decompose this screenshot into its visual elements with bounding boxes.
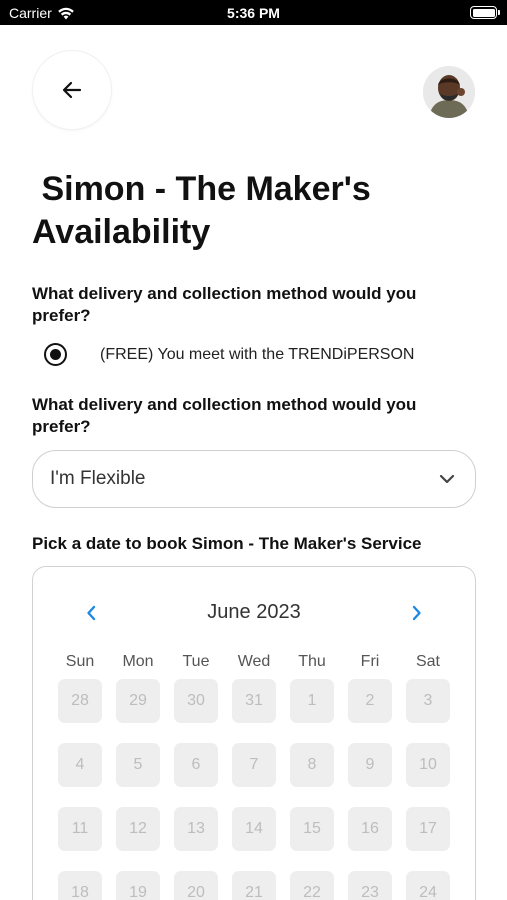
calendar-day-disabled: 19 — [116, 871, 160, 900]
weekday-label: Sun — [65, 653, 95, 670]
calendar-day-disabled: 7 — [232, 743, 276, 787]
radio-button-selected[interactable] — [44, 343, 67, 366]
calendar-day-disabled: 17 — [406, 807, 450, 851]
battery-icon — [470, 6, 500, 19]
calendar-day-disabled: 12 — [116, 807, 160, 851]
calendar-day-disabled: 10 — [406, 743, 450, 787]
page-title: Simon - The Maker's Availability — [32, 170, 371, 251]
collection-method-dropdown[interactable]: I'm Flexible — [32, 450, 476, 508]
delivery-question: What delivery and collection method woul… — [32, 284, 417, 325]
calendar-day-disabled: 16 — [348, 807, 392, 851]
calendar-day-disabled: 5 — [116, 743, 160, 787]
calendar-header: June 2023 — [33, 595, 475, 631]
calendar-day-disabled: 21 — [232, 871, 276, 900]
arrow-left-icon — [62, 81, 82, 99]
user-avatar-image — [423, 66, 475, 118]
calendar: June 2023 Sun Mon Tue Wed Thu Fri Sat 28… — [32, 566, 476, 900]
calendar-day-disabled: 2 — [348, 679, 392, 723]
calendar-day-disabled: 31 — [232, 679, 276, 723]
calendar-day-disabled: 3 — [406, 679, 450, 723]
calendar-day-disabled: 23 — [348, 871, 392, 900]
avatar[interactable] — [423, 66, 475, 118]
calendar-day-grid: 28 29 30 31 1 2 3 4 5 6 7 8 9 10 11 12 1… — [58, 679, 450, 900]
calendar-day-disabled: 11 — [58, 807, 102, 851]
calendar-day-disabled: 28 — [58, 679, 102, 723]
delivery-option-label: (FREE) You meet with the TRENDiPERSON — [100, 345, 415, 363]
calendar-day-disabled: 8 — [290, 743, 334, 787]
weekday-label: Tue — [182, 653, 210, 670]
weekday-label: Fri — [360, 653, 380, 670]
calendar-day-disabled: 1 — [290, 679, 334, 723]
calendar-day-disabled: 20 — [174, 871, 218, 900]
calendar-day-disabled: 22 — [290, 871, 334, 900]
weekday-label: Mon — [122, 653, 154, 670]
status-bar: Carrier 5:36 PM — [0, 0, 507, 25]
weekday-label: Wed — [237, 653, 271, 670]
chevron-right-icon — [412, 605, 421, 621]
back-button[interactable] — [32, 50, 112, 130]
weekday-label: Sat — [415, 653, 440, 670]
calendar-day-disabled: 24 — [406, 871, 450, 900]
calendar-day-disabled: 18 — [58, 871, 102, 900]
calendar-day-disabled: 15 — [290, 807, 334, 851]
next-month-button[interactable] — [407, 601, 427, 625]
calendar-day-disabled: 9 — [348, 743, 392, 787]
delivery-option[interactable]: (FREE) You meet with the TRENDiPERSON — [44, 343, 414, 366]
calendar-day-disabled: 4 — [58, 743, 102, 787]
chevron-down-icon — [439, 474, 455, 484]
collection-question: What delivery and collection method woul… — [32, 395, 417, 436]
calendar-day-disabled: 30 — [174, 679, 218, 723]
clock: 5:36 PM — [227, 5, 280, 21]
calendar-day-disabled: 14 — [232, 807, 276, 851]
calendar-day-disabled: 29 — [116, 679, 160, 723]
dropdown-selected-value: I'm Flexible — [50, 468, 146, 489]
calendar-day-disabled: 6 — [174, 743, 218, 787]
weekday-header-row: Sun Mon Tue Wed Thu Fri Sat — [51, 653, 459, 671]
booking-date-label: Pick a date to book Simon - The Maker's … — [32, 534, 422, 553]
calendar-day-disabled: 13 — [174, 807, 218, 851]
weekday-label: Thu — [298, 653, 326, 670]
